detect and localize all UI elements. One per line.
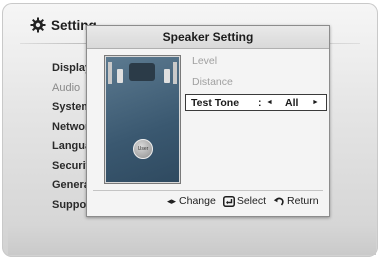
front-right-speaker-icon xyxy=(164,69,170,83)
test-tone-separator: : xyxy=(258,97,262,109)
return-arrow-icon xyxy=(273,197,284,206)
side-left-speaker-icon xyxy=(108,62,112,84)
left-arrow-icon[interactable]: ◄ xyxy=(266,99,273,106)
right-arrow-icon[interactable]: ► xyxy=(312,99,319,106)
left-right-arrows-icon: ◂▸ xyxy=(167,195,177,206)
enter-key-icon xyxy=(222,195,235,207)
side-right-speaker-icon xyxy=(173,62,177,84)
test-tone-selector[interactable]: Test Tone : ◄ All ► xyxy=(185,94,327,111)
front-left-speaker-icon xyxy=(117,69,123,83)
hint-return-label: Return xyxy=(287,195,319,207)
option-level[interactable]: Level xyxy=(192,55,217,67)
test-tone-value: All xyxy=(285,97,299,109)
hint-change-label: Change xyxy=(179,195,216,207)
key-hints: ◂▸ Change Select Return xyxy=(167,195,319,207)
dialog-title-divider xyxy=(87,48,329,49)
hint-select: Select xyxy=(222,195,267,207)
speaker-setting-dialog: Speaker Setting User Level Distance Test… xyxy=(86,25,330,217)
dialog-title: Speaker Setting xyxy=(87,26,329,48)
hint-select-label: Select xyxy=(236,195,267,207)
gear-icon xyxy=(30,17,46,33)
test-tone-label: Test Tone xyxy=(191,97,240,109)
hint-divider xyxy=(93,190,323,191)
user-position-icon: User xyxy=(133,139,153,159)
hint-return: Return xyxy=(273,195,319,207)
bottom-bar xyxy=(8,225,376,255)
speaker-layout-diagram: User xyxy=(105,56,180,183)
option-distance[interactable]: Distance xyxy=(192,76,233,88)
hint-change: ◂▸ Change xyxy=(167,195,216,207)
center-speaker-icon xyxy=(129,63,155,81)
